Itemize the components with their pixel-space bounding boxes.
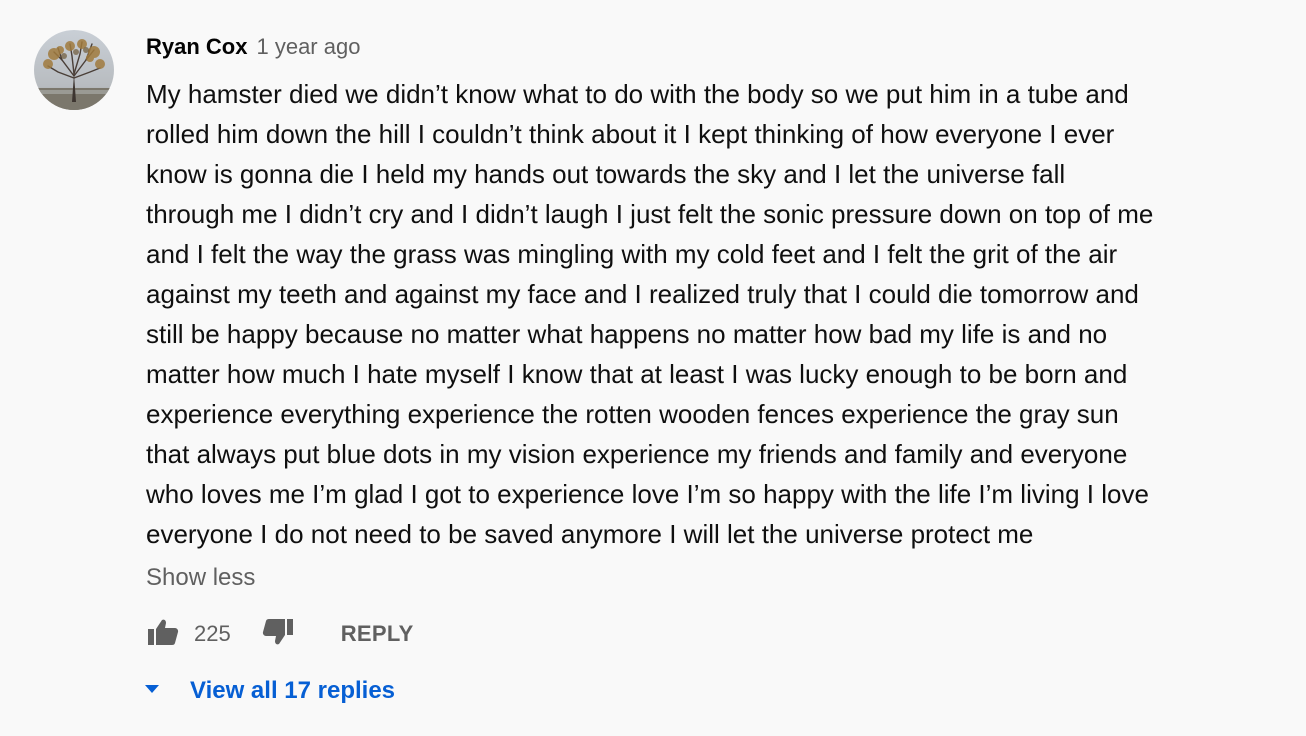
comment-text-line: My hamster died we didn’t know what to d… bbox=[146, 79, 1129, 109]
comment-text-line: matter how much I hate myself I know tha… bbox=[146, 359, 1128, 389]
tree-photo-avatar-image bbox=[34, 30, 114, 110]
comment-text-line: rolled him down the hill I couldn’t thin… bbox=[146, 119, 1115, 149]
show-less-button[interactable]: Show less bbox=[146, 558, 255, 598]
dislike-button[interactable] bbox=[261, 617, 295, 651]
comment-text-line: against my teeth and against my face and… bbox=[146, 279, 1139, 309]
comment-text-line: who loves me I’m glad I got to experienc… bbox=[146, 479, 1149, 509]
comment-text: My hamster died we didn’t know what to d… bbox=[146, 74, 1246, 554]
comment-text-line: still be happy because no matter what ha… bbox=[146, 319, 1108, 349]
comment-text-line: know is gonna die I held my hands out to… bbox=[146, 159, 1066, 189]
comment-text-line: through me I didn’t cry and I didn’t lau… bbox=[146, 199, 1154, 229]
comment-header: Ryan Cox 1 year ago bbox=[146, 28, 1246, 66]
comment-text-line: everyone I do not need to be saved anymo… bbox=[146, 519, 1034, 549]
comment-timestamp[interactable]: 1 year ago bbox=[256, 34, 360, 60]
view-replies-label: View all 17 replies bbox=[190, 677, 396, 704]
reply-button[interactable]: REPLY bbox=[341, 621, 414, 647]
like-button[interactable] bbox=[146, 617, 180, 651]
comment-text-line: experience everything experience the rot… bbox=[146, 399, 1119, 429]
like-count: 225 bbox=[194, 621, 231, 646]
author-name[interactable]: Ryan Cox bbox=[146, 34, 247, 60]
comment-text-line: and I felt the way the grass was minglin… bbox=[146, 239, 1118, 269]
comment-action-bar: 225 REPLY bbox=[146, 612, 414, 656]
caret-down-icon bbox=[142, 682, 162, 700]
avatar[interactable] bbox=[34, 30, 114, 110]
comment-body: Ryan Cox 1 year ago My hamster died we d… bbox=[146, 28, 1246, 598]
comment-thread: Ryan Cox 1 year ago My hamster died we d… bbox=[0, 0, 1306, 736]
view-replies-button[interactable]: View all 17 replies bbox=[142, 670, 395, 712]
comment-text-line: that always put blue dots in my vision e… bbox=[146, 439, 1128, 469]
thumbs-down-icon bbox=[262, 618, 294, 651]
thumbs-up-icon bbox=[147, 618, 179, 651]
